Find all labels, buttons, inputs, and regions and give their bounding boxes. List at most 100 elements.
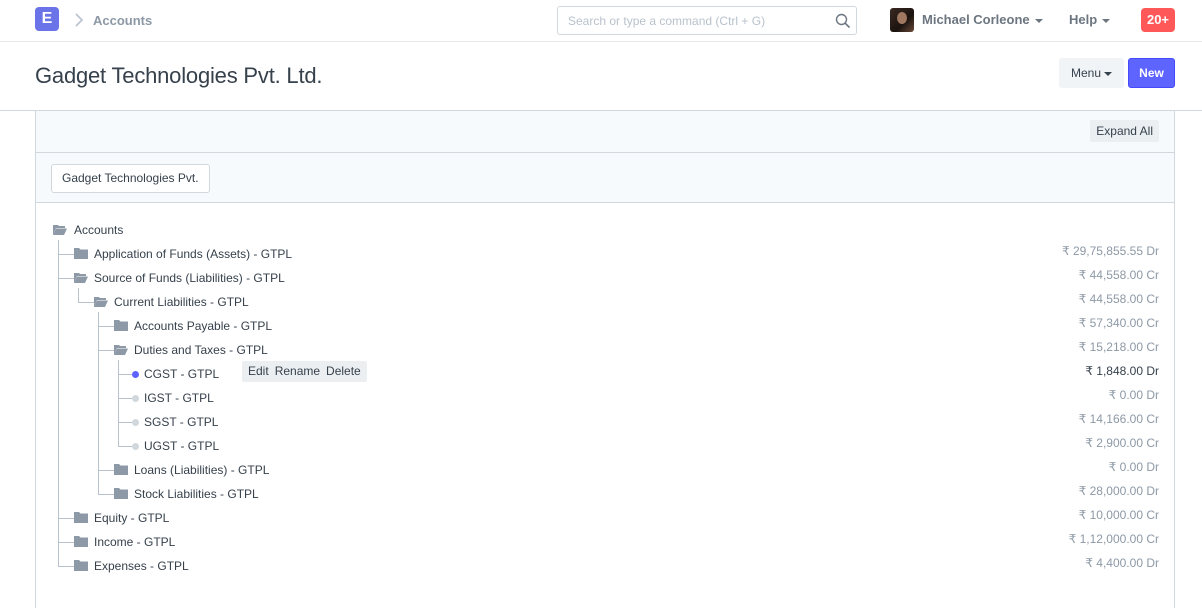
node-actions: Edit Rename Delete <box>242 361 367 382</box>
tree-connector <box>58 278 74 279</box>
tree-node-equity[interactable]: Equity - GTPL <box>74 506 474 530</box>
balance-amount: ₹ 29,75,855.55 Dr <box>1061 244 1159 258</box>
filter-bar: Gadget Technologies Pvt. <box>36 153 1174 203</box>
folder-icon <box>74 512 88 523</box>
tree-node-label: IGST - GTPL <box>144 391 214 405</box>
tree-node-label: Loans (Liabilities) - GTPL <box>134 463 270 477</box>
tree-connector <box>58 518 74 519</box>
user-dropdown[interactable]: Michael Corleone <box>922 12 1043 27</box>
tree-connector <box>78 302 94 303</box>
tree-toolbar: Expand All <box>36 111 1174 153</box>
avatar[interactable] <box>890 8 914 32</box>
folder-icon <box>114 464 128 475</box>
edit-button[interactable]: Edit <box>245 364 272 378</box>
folder-icon <box>74 560 88 571</box>
tree-node-label: Equity - GTPL <box>94 511 170 525</box>
tree-connector <box>98 494 114 495</box>
chevron-right-icon <box>75 13 84 27</box>
tree-connector <box>98 326 114 327</box>
folder-open-icon <box>53 225 67 235</box>
folder-icon <box>114 320 128 331</box>
breadcrumb-accounts[interactable]: Accounts <box>93 13 152 28</box>
caret-down-icon <box>1102 18 1111 23</box>
search-icon[interactable] <box>834 12 852 30</box>
tree-frame: Expand All Gadget Technologies Pvt. Acco… <box>35 111 1175 608</box>
leaf-dot-icon <box>132 419 139 426</box>
caret-down-icon <box>1104 71 1113 76</box>
folder-icon <box>114 488 128 499</box>
balance-amount: ₹ 28,000.00 Dr <box>1078 484 1159 498</box>
balance-amount: ₹ 10,000.00 Cr <box>1078 508 1159 522</box>
tree-connector <box>98 350 114 351</box>
tree-node-stock-liabilities[interactable]: Stock Liabilities - GTPL <box>114 482 514 506</box>
new-button[interactable]: New <box>1128 58 1175 88</box>
leaf-dot-icon <box>132 371 139 378</box>
tree-node-label: Accounts Payable - GTPL <box>134 319 273 333</box>
folder-icon <box>74 248 88 259</box>
company-filter[interactable]: Gadget Technologies Pvt. <box>51 164 210 193</box>
tree-node-application-of-funds[interactable]: Application of Funds (Assets) - GTPL <box>74 242 474 266</box>
balance-amount: ₹ 57,340.00 Cr <box>1078 316 1159 330</box>
tree-connector <box>118 398 132 399</box>
search-input[interactable] <box>558 7 828 34</box>
tree-node-accounts[interactable]: Accounts <box>53 218 353 242</box>
tree-connector <box>98 312 99 495</box>
folder-open-icon <box>114 345 128 355</box>
balance-amount: ₹ 15,218.00 Cr <box>1078 340 1159 354</box>
tree-node-sgst[interactable]: SGST - GTPL <box>132 410 332 434</box>
page-title: Gadget Technologies Pvt. Ltd. <box>35 63 323 88</box>
tree-node-expenses[interactable]: Expenses - GTPL <box>74 554 474 578</box>
tree-node-label: SGST - GTPL <box>144 415 219 429</box>
balance-amount: ₹ 44,558.00 Cr <box>1078 292 1159 306</box>
tree-node-loans-liabilities[interactable]: Loans (Liabilities) - GTPL <box>114 458 514 482</box>
tree-node-label: Application of Funds (Assets) - GTPL <box>94 247 293 261</box>
tree-connector <box>118 422 132 423</box>
folder-icon <box>74 536 88 547</box>
help-dropdown[interactable]: Help <box>1069 12 1111 27</box>
tree-connector <box>78 288 79 303</box>
tree-connector <box>58 254 74 255</box>
delete-button[interactable]: Delete <box>323 364 364 378</box>
expand-all-button[interactable]: Expand All <box>1090 120 1159 142</box>
balance-amount: ₹ 4,400.00 Dr <box>1085 556 1159 570</box>
tree-node-ugst[interactable]: UGST - GTPL <box>132 434 332 458</box>
tree-connector <box>118 446 132 447</box>
help-label: Help <box>1069 12 1098 27</box>
caret-down-icon <box>1034 18 1043 23</box>
tree-node-label: Current Liabilities - GTPL <box>114 295 249 309</box>
tree-node-label: Stock Liabilities - GTPL <box>134 487 259 501</box>
folder-open-icon <box>74 273 88 283</box>
tree-node-source-of-funds[interactable]: Source of Funds (Liabilities) - GTPL <box>74 266 474 290</box>
tree-connector <box>58 566 74 567</box>
balance-amount: ₹ 0.00 Dr <box>1108 460 1159 474</box>
tree-node-label: Source of Funds (Liabilities) - GTPL <box>94 271 285 285</box>
app-logo[interactable]: E <box>35 7 59 31</box>
user-name: Michael Corleone <box>922 12 1030 27</box>
tree-node-cgst[interactable]: CGST - GTPL <box>132 362 242 386</box>
menu-label: Menu <box>1070 66 1102 80</box>
rename-button[interactable]: Rename <box>272 364 323 378</box>
tree-node-label: Income - GTPL <box>94 535 176 549</box>
tree-node-label: UGST - GTPL <box>144 439 220 453</box>
balance-amount: ₹ 14,166.00 Cr <box>1078 412 1159 426</box>
balance-amount: ₹ 1,12,000.00 Cr <box>1068 532 1159 546</box>
navbar: E Accounts Michael Corleone Help 20+ <box>0 0 1202 42</box>
tree-node-label: Accounts <box>74 223 124 237</box>
tree-node-label: CGST - GTPL <box>144 367 220 381</box>
notification-badge[interactable]: 20+ <box>1141 8 1175 32</box>
tree-node-duties-and-taxes[interactable]: Duties and Taxes - GTPL <box>114 338 514 362</box>
tree-node-income[interactable]: Income - GTPL <box>74 530 474 554</box>
leaf-dot-icon <box>132 395 139 402</box>
tree-connector <box>98 470 114 471</box>
balance-amount: ₹ 1,848.00 Dr <box>1085 364 1159 378</box>
tree-connector <box>58 542 74 543</box>
tree-node-label: Duties and Taxes - GTPL <box>134 343 268 357</box>
balance-amount: ₹ 0.00 Dr <box>1108 388 1159 402</box>
tree-node-igst[interactable]: IGST - GTPL <box>132 386 332 410</box>
leaf-dot-icon <box>132 443 139 450</box>
awesome-bar[interactable] <box>557 6 857 35</box>
menu-button[interactable]: Menu <box>1059 58 1124 88</box>
tree-node-current-liabilities[interactable]: Current Liabilities - GTPL <box>94 290 494 314</box>
balance-amount: ₹ 2,900.00 Cr <box>1085 436 1159 450</box>
tree-node-accounts-payable[interactable]: Accounts Payable - GTPL <box>114 314 514 338</box>
